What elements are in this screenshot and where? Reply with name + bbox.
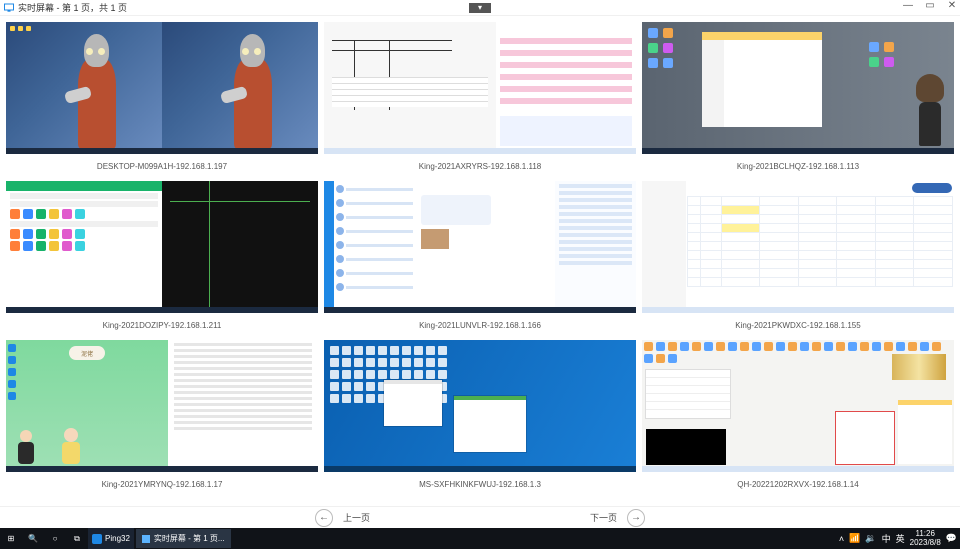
screen-label: King-2021DOZIPY-192.168.1.211 bbox=[6, 313, 318, 334]
screen-thumbnail[interactable] bbox=[6, 22, 318, 154]
screen-thumbnail[interactable]: 泥佬 bbox=[6, 340, 318, 472]
search-button[interactable]: 🔍 bbox=[22, 528, 44, 549]
windows-taskbar: ⊞ 🔍 ○ ⧉ Ping32 实时屏幕 - 第 1 页... ˄ 📶 🔉 中 英… bbox=[0, 528, 960, 549]
start-button[interactable]: ⊞ bbox=[0, 528, 22, 549]
screen-cell: 泥佬 King-2021YMRYNQ-192.168.1.17 bbox=[6, 340, 318, 493]
volume-icon[interactable]: 🔉 bbox=[865, 533, 876, 544]
network-icon[interactable]: 📶 bbox=[849, 533, 860, 544]
screen-cell: DESKTOP-M099A1H-192.168.1.197 bbox=[6, 22, 318, 175]
window-titlebar: 实时屏幕 - 第 1 页，共 1 页 ▾ — ▭ ✕ bbox=[0, 0, 960, 16]
maximize-button[interactable]: ▭ bbox=[924, 0, 936, 11]
next-page-label: 下一页 bbox=[590, 511, 617, 524]
taskview-button[interactable]: ⧉ bbox=[66, 528, 88, 549]
screen-label: MS-SXFHKINKFWUJ-192.168.1.3 bbox=[324, 472, 636, 493]
taskbar-app-realtime-screen[interactable]: 实时屏幕 - 第 1 页... bbox=[136, 529, 231, 548]
monitor-icon bbox=[4, 3, 14, 13]
taskbar-app-ping32[interactable]: Ping32 bbox=[88, 528, 134, 549]
minimize-button[interactable]: — bbox=[902, 0, 914, 11]
screen-label: King-2021PKWDXC-192.168.1.155 bbox=[642, 313, 954, 334]
screen-thumbnail[interactable] bbox=[6, 181, 318, 313]
screen-label: DESKTOP-M099A1H-192.168.1.197 bbox=[6, 154, 318, 175]
expand-dropdown-button[interactable]: ▾ bbox=[469, 3, 491, 13]
screen-label: King-2021AXRYRS-192.168.1.118 bbox=[324, 154, 636, 175]
monitor-icon bbox=[142, 535, 150, 543]
screen-thumbnail[interactable] bbox=[642, 340, 954, 472]
screen-thumbnail[interactable] bbox=[324, 181, 636, 313]
screen-cell: MS-SXFHKINKFWUJ-192.168.1.3 bbox=[324, 340, 636, 493]
taskbar-app-label: 实时屏幕 - 第 1 页... bbox=[154, 533, 225, 544]
pager: ← 上一页 下一页 → bbox=[0, 506, 960, 528]
close-button[interactable]: ✕ bbox=[946, 0, 958, 11]
prev-page-button[interactable]: ← bbox=[315, 509, 333, 527]
screens-grid-container: DESKTOP-M099A1H-192.168.1.197 King-20 bbox=[0, 16, 960, 506]
thumb-badge: 泥佬 bbox=[69, 346, 105, 360]
screens-grid: DESKTOP-M099A1H-192.168.1.197 King-20 bbox=[6, 22, 954, 493]
screen-thumbnail[interactable] bbox=[642, 181, 954, 313]
taskbar-clock[interactable]: 11:26 2023/8/8 bbox=[910, 530, 941, 547]
screen-cell: King-2021PKWDXC-192.168.1.155 bbox=[642, 181, 954, 334]
screen-label: King-2021BCLHQZ-192.168.1.113 bbox=[642, 154, 954, 175]
screen-label: King-2021YMRYNQ-192.168.1.17 bbox=[6, 472, 318, 493]
cortana-button[interactable]: ○ bbox=[44, 528, 66, 549]
taskbar-app-label: Ping32 bbox=[105, 534, 130, 543]
screen-label: King-2021LUNVLR-192.168.1.166 bbox=[324, 313, 636, 334]
clock-date: 2023/8/8 bbox=[910, 539, 941, 547]
ime-icon[interactable]: 中 bbox=[882, 532, 891, 545]
screen-thumbnail[interactable] bbox=[324, 22, 636, 154]
system-tray: ˄ 📶 🔉 中 英 11:26 2023/8/8 💬 bbox=[839, 530, 960, 547]
ime-mode-icon[interactable]: 英 bbox=[896, 532, 905, 545]
next-page-button[interactable]: → bbox=[627, 509, 645, 527]
prev-page-label: 上一页 bbox=[343, 511, 370, 524]
screen-cell: King-2021BCLHQZ-192.168.1.113 bbox=[642, 22, 954, 175]
screen-thumbnail[interactable] bbox=[324, 340, 636, 472]
screen-cell: King-2021AXRYRS-192.168.1.118 bbox=[324, 22, 636, 175]
window-title: 实时屏幕 - 第 1 页，共 1 页 bbox=[18, 1, 127, 14]
screen-thumbnail[interactable] bbox=[642, 22, 954, 154]
notifications-icon[interactable]: 💬 bbox=[946, 533, 957, 544]
tray-overflow-icon[interactable]: ˄ bbox=[839, 534, 844, 544]
screen-cell: King-2021LUNVLR-192.168.1.166 bbox=[324, 181, 636, 334]
screen-label: QH-20221202RXVX-192.168.1.14 bbox=[642, 472, 954, 493]
screen-cell: QH-20221202RXVX-192.168.1.14 bbox=[642, 340, 954, 493]
screen-cell: King-2021DOZIPY-192.168.1.211 bbox=[6, 181, 318, 334]
window-controls: — ▭ ✕ bbox=[902, 0, 958, 11]
